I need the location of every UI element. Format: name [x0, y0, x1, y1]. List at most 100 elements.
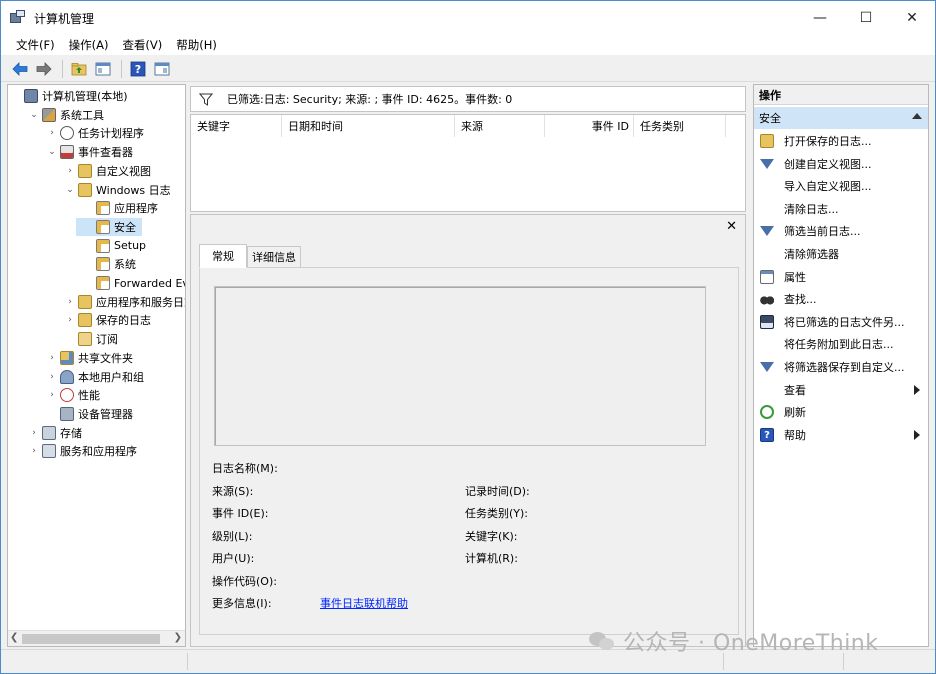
actions-header: 操作: [754, 85, 928, 105]
action-item[interactable]: 将筛选器保存到自定义...: [754, 357, 928, 377]
tree-horizontal-scrollbar[interactable]: ❮ ❯: [8, 630, 185, 646]
label-computer: 计算机(R):: [465, 552, 518, 565]
event-viewer-icon: [60, 145, 74, 160]
tab-details[interactable]: 详细信息: [247, 246, 301, 268]
action-item[interactable]: 清除日志...: [754, 199, 928, 219]
scroll-right-icon[interactable]: ❯: [174, 632, 182, 643]
open-folder-icon: [760, 134, 774, 148]
event-log-online-help-link[interactable]: 事件日志联机帮助: [320, 595, 408, 611]
action-item[interactable]: 刷新: [754, 402, 928, 422]
action-item[interactable]: 清除筛选器: [754, 244, 928, 264]
actions-section-security[interactable]: 安全: [754, 107, 928, 129]
detail-close-button[interactable]: ✕: [726, 219, 737, 234]
tree-item-label: 应用程序和服务日志: [96, 295, 186, 309]
action-item[interactable]: 查看: [754, 380, 928, 400]
tree-item[interactable]: › 存储: [8, 424, 82, 442]
help-icon: ?: [130, 61, 146, 76]
back-button[interactable]: [9, 58, 31, 80]
label-task-category: 任务类别(Y):: [465, 507, 529, 520]
collapse-chevron-icon[interactable]: ⌄: [28, 110, 40, 120]
action-item[interactable]: 将已筛选的日志文件另...: [754, 312, 928, 332]
action-item-label: 创建自定义视图...: [784, 157, 872, 171]
expand-chevron-icon[interactable]: ›: [28, 428, 40, 438]
show-hide-action-pane-button[interactable]: [151, 58, 173, 80]
tree-item[interactable]: ⌄ 系统工具: [8, 106, 104, 124]
expand-chevron-icon[interactable]: ›: [46, 128, 58, 138]
tree-item[interactable]: 设备管理器: [8, 405, 133, 423]
event-description-box[interactable]: [214, 286, 706, 446]
action-item[interactable]: 创建自定义视图...: [754, 154, 928, 174]
column-keywords[interactable]: 关键字: [191, 115, 282, 137]
expand-chevron-icon[interactable]: ›: [46, 390, 58, 400]
scroll-left-icon[interactable]: ❮: [10, 632, 18, 643]
menu-file[interactable]: 文件(F): [9, 37, 62, 53]
services-icon: [42, 444, 56, 459]
tree-item[interactable]: 安全: [76, 217, 142, 236]
tree-item-label: 自定义视图: [96, 164, 151, 178]
tree-item[interactable]: 计算机管理(本地): [8, 87, 128, 105]
collapse-chevron-icon[interactable]: ⌄: [64, 185, 76, 195]
close-button[interactable]: ✕: [889, 1, 935, 35]
action-item[interactable]: 打开保存的日志...: [754, 131, 928, 151]
expand-chevron-icon[interactable]: ›: [64, 297, 76, 307]
binoculars-icon: [760, 292, 774, 307]
action-item[interactable]: 将任务附加到此日志...: [754, 334, 928, 354]
blank-icon: [760, 247, 774, 261]
maximize-button[interactable]: ☐: [843, 1, 889, 35]
tree-item[interactable]: › 应用程序和服务日志: [8, 293, 186, 311]
clock-icon: [60, 126, 74, 141]
tree-item[interactable]: 系统: [8, 255, 136, 273]
console-tree[interactable]: 计算机管理(本地) ⌄ 系统工具 › 任务计划程序 ⌄ 事件查看器 › 自定义视图 ⌄ Window…: [7, 84, 186, 647]
tree-item[interactable]: ⌄ Windows 日志: [8, 181, 171, 199]
expand-chevron-icon[interactable]: ›: [46, 372, 58, 382]
expand-chevron-icon[interactable]: ›: [28, 446, 40, 456]
label-opcode: 操作代码(O):: [212, 575, 277, 588]
tree-item[interactable]: 应用程序: [8, 199, 158, 217]
tree-item[interactable]: › 保存的日志: [8, 311, 151, 329]
tree-item[interactable]: › 性能: [8, 386, 100, 404]
tab-general[interactable]: 常规: [199, 244, 247, 268]
column-date-time[interactable]: 日期和时间: [282, 115, 455, 137]
event-list[interactable]: 关键字 日期和时间 来源 事件 ID 任务类别: [190, 114, 746, 212]
expand-chevron-icon[interactable]: ›: [64, 315, 76, 325]
action-item[interactable]: ? 帮助: [754, 425, 928, 445]
action-item-label: 查看: [784, 383, 806, 397]
folder-up-icon: [71, 62, 87, 75]
collapse-chevron-icon[interactable]: ⌄: [46, 147, 58, 157]
menu-view[interactable]: 查看(V): [115, 37, 169, 53]
tree-item[interactable]: Setup: [8, 237, 146, 255]
tree-item[interactable]: › 任务计划程序: [8, 124, 144, 142]
tree-item[interactable]: › 服务和应用程序: [8, 442, 137, 460]
column-task-category[interactable]: 任务类别: [634, 115, 726, 137]
column-event-id[interactable]: 事件 ID: [545, 115, 634, 137]
help-button[interactable]: ?: [127, 58, 149, 80]
wechat-icon: [589, 630, 615, 652]
tree-item[interactable]: › 共享文件夹: [8, 349, 133, 367]
column-source[interactable]: 来源: [455, 115, 545, 137]
up-folder-button[interactable]: [68, 58, 90, 80]
tree-item[interactable]: › 本地用户和组: [8, 368, 144, 386]
tree-item-label: Forwarded Eve: [114, 276, 185, 290]
scrollbar-thumb[interactable]: [22, 634, 160, 644]
action-item[interactable]: 导入自定义视图...: [754, 176, 928, 196]
collapse-up-icon[interactable]: [912, 113, 922, 119]
menu-help[interactable]: 帮助(H): [169, 37, 224, 53]
tree-item[interactable]: › 自定义视图: [8, 162, 151, 180]
tree-item[interactable]: Forwarded Eve: [8, 274, 185, 292]
show-hide-tree-button[interactable]: [92, 58, 114, 80]
action-item[interactable]: 查找...: [754, 289, 928, 309]
tree-item[interactable]: ⌄ 事件查看器: [8, 143, 133, 161]
action-item-label: 打开保存的日志...: [784, 135, 872, 148]
tree-item[interactable]: 订阅: [8, 330, 118, 348]
minimize-button[interactable]: —: [797, 1, 843, 35]
watermark-text: 公众号 · OneMoreThink: [623, 631, 879, 656]
forward-button[interactable]: [33, 58, 55, 80]
action-item[interactable]: 属性: [754, 267, 928, 287]
expand-chevron-icon[interactable]: ›: [64, 166, 76, 176]
expand-chevron-icon[interactable]: ›: [46, 353, 58, 363]
toolbar: ?: [1, 56, 935, 82]
action-item[interactable]: 筛选当前日志...: [754, 221, 928, 241]
action-item-label: 导入自定义视图...: [784, 180, 872, 194]
window-title: 计算机管理: [34, 11, 95, 26]
menu-action[interactable]: 操作(A): [62, 37, 116, 53]
